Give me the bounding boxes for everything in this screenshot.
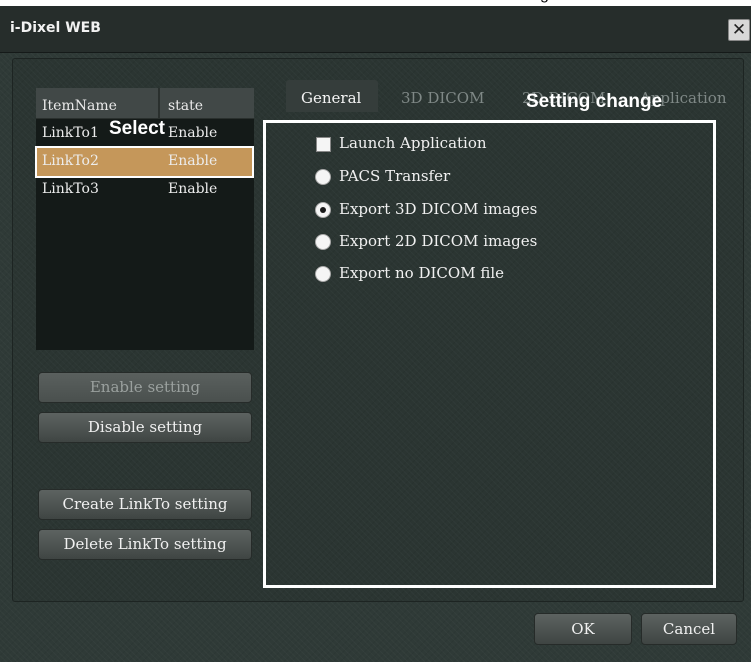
row-state: Enable [168, 181, 218, 197]
option-label: Export no DICOM file [339, 264, 504, 282]
settings-highlight-box [263, 120, 716, 588]
row-name: LinkTo1 [42, 125, 99, 141]
close-button[interactable]: ✕ [728, 19, 750, 41]
selection-highlight-box [35, 146, 254, 178]
radio-selected-icon[interactable] [315, 202, 331, 218]
checkbox-icon[interactable] [316, 137, 331, 152]
disable-setting-button[interactable]: Disable setting [38, 412, 252, 443]
window-title: i-Dixel WEB [10, 20, 101, 36]
list-row-linkto3[interactable]: LinkTo3 Enable [36, 176, 254, 204]
radio-icon[interactable] [315, 234, 331, 250]
option-label: PACS Transfer [339, 167, 451, 185]
radio-icon[interactable] [315, 266, 331, 282]
row-name: LinkTo3 [42, 181, 99, 197]
enable-setting-button[interactable]: Enable setting [38, 372, 252, 403]
title-bar[interactable]: i-Dixel WEB ✕ [0, 6, 751, 53]
select-annotation: Select [109, 118, 165, 139]
column-header-itemname[interactable]: ItemName [42, 98, 117, 114]
cancel-button[interactable]: Cancel [641, 613, 737, 645]
tab-general[interactable]: General [301, 89, 361, 107]
option-label: Export 3D DICOM images [339, 200, 538, 218]
radio-icon[interactable] [315, 169, 331, 185]
delete-linkto-button[interactable]: Delete LinkTo setting [38, 529, 252, 560]
list-header: ItemName state [36, 88, 254, 119]
setting-change-annotation: Setting change [526, 91, 663, 112]
create-linkto-button[interactable]: Create LinkTo setting [38, 489, 252, 520]
tab-3d-dicom[interactable]: 3D DICOM [401, 89, 484, 107]
row-state: Enable [168, 125, 218, 141]
clipped-caption: g [540, 0, 549, 4]
column-header-state[interactable]: state [168, 98, 203, 114]
option-label: Export 2D DICOM images [339, 232, 538, 250]
ok-button[interactable]: OK [534, 613, 632, 645]
header-divider [158, 88, 160, 118]
option-label: Launch Application [339, 134, 487, 152]
